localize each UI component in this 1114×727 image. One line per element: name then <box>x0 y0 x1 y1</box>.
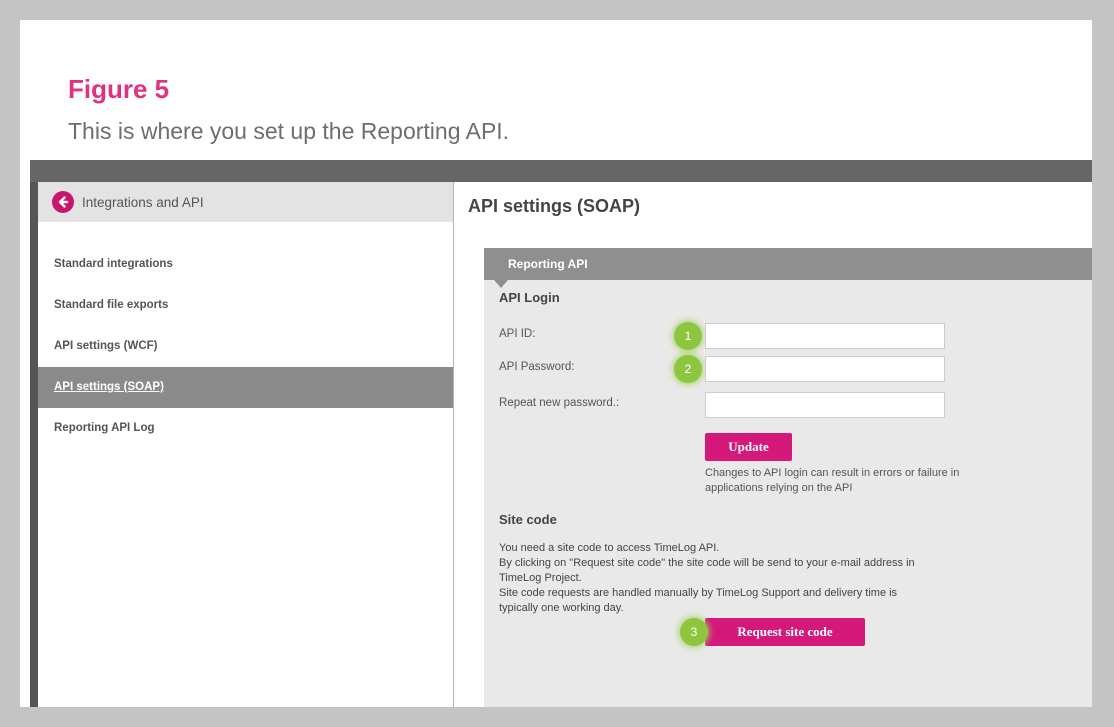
sidebar-nav: Standard integrations Standard file expo… <box>38 244 453 449</box>
step-badge-2: 2 <box>674 355 702 383</box>
update-button[interactable]: Update <box>705 433 792 461</box>
site-code-line-3: TimeLog Project. <box>499 572 582 584</box>
step-badge-1: 1 <box>674 322 702 350</box>
app-screenshot: Integrations and API Standard integratio… <box>30 160 1092 707</box>
sidebar-item-reporting-api-log[interactable]: Reporting API Log <box>38 408 453 449</box>
site-code-line-5: typically one working day. <box>499 602 624 614</box>
sidebar-item-api-settings-wcf[interactable]: API settings (WCF) <box>38 326 453 367</box>
api-password-label: API Password: <box>499 361 575 373</box>
site-code-line-1: You need a site code to access TimeLog A… <box>499 542 720 554</box>
figure-title: Figure 5 <box>68 74 170 104</box>
left-rail <box>30 182 38 707</box>
site-code-description: You need a site code to access TimeLog A… <box>499 541 915 616</box>
api-login-note-line-1: Changes to API login can result in error… <box>705 467 960 479</box>
sidebar-item-api-settings-soap[interactable]: API settings (SOAP) <box>38 367 453 408</box>
api-id-label: API ID: <box>499 328 536 340</box>
site-code-title: Site code <box>499 512 557 527</box>
figure-caption: This is where you set up the Reporting A… <box>68 118 510 144</box>
reporting-api-panel: Reporting API API Login API ID: 1 API Pa… <box>484 248 1092 707</box>
arrow-left-circle-icon[interactable] <box>52 191 74 213</box>
main-content: API settings (SOAP) Reporting API API Lo… <box>454 182 1092 707</box>
panel-header: Reporting API <box>484 248 1092 288</box>
request-site-code-button[interactable]: Request site code <box>705 618 865 646</box>
step-badge-3: 3 <box>680 618 708 646</box>
sidebar: Integrations and API Standard integratio… <box>38 182 454 707</box>
sidebar-header-label: Integrations and API <box>82 194 204 210</box>
api-login-title: API Login <box>499 290 560 305</box>
sidebar-header[interactable]: Integrations and API <box>38 182 453 222</box>
page-title: API settings (SOAP) <box>468 196 641 216</box>
api-login-note: Changes to API login can result in error… <box>705 466 959 496</box>
api-password-input[interactable] <box>705 356 945 382</box>
top-bar <box>30 160 1092 182</box>
repeat-password-label: Repeat new password.: <box>499 397 620 409</box>
sidebar-item-standard-file-exports[interactable]: Standard file exports <box>38 285 453 326</box>
figure-card: Figure 5 This is where you set up the Re… <box>20 20 1092 707</box>
site-code-line-2: By clicking on "Request site code" the s… <box>499 557 915 569</box>
api-login-note-line-2: applications relying on the API <box>705 482 853 494</box>
api-id-input[interactable] <box>705 323 945 349</box>
sidebar-item-standard-integrations[interactable]: Standard integrations <box>38 244 453 285</box>
site-code-line-4: Site code requests are handled manually … <box>499 587 898 599</box>
repeat-password-input[interactable] <box>705 392 945 418</box>
